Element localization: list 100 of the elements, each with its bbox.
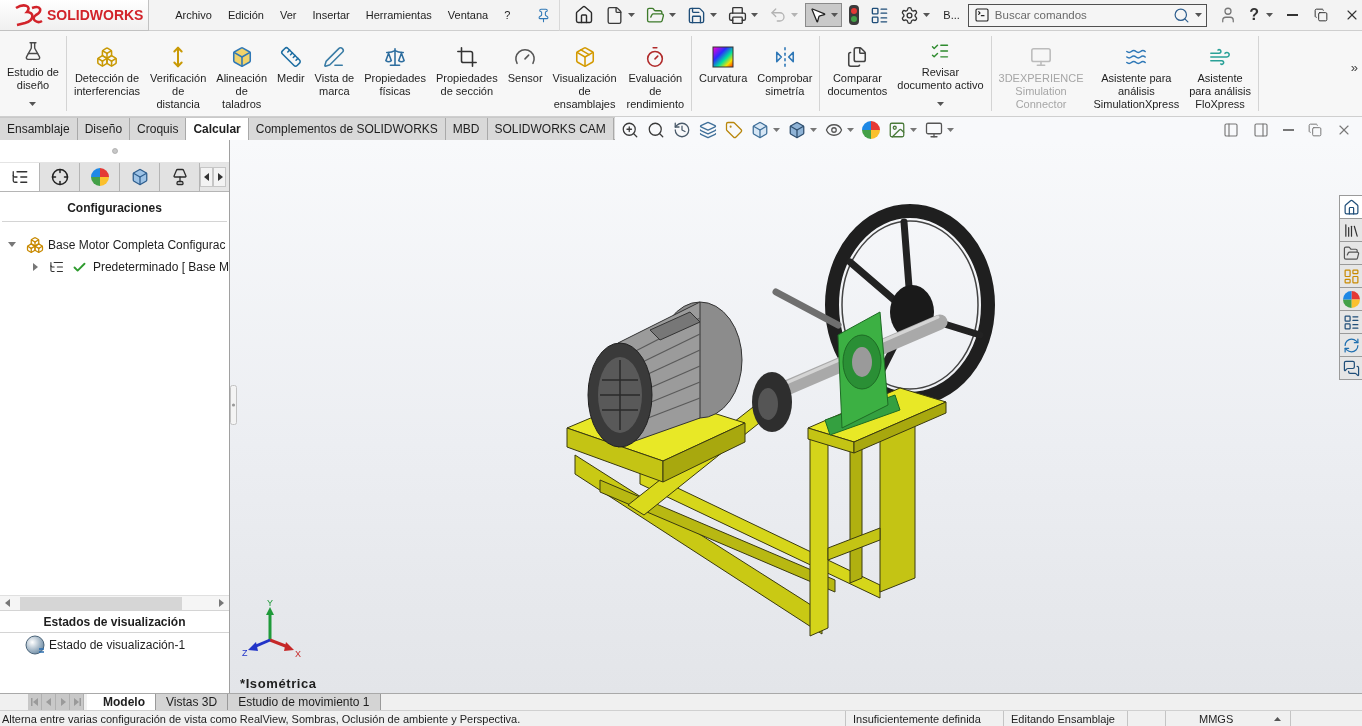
ribbon-button[interactable]: Propiedades de sección [430,36,503,111]
command-tab[interactable]: Croquis [130,118,187,140]
restore-icon [1308,122,1322,137]
pin-icon [536,7,552,23]
menu-item[interactable]: Herramientas [365,9,432,21]
cube-icon [230,46,253,68]
task-pane-tab[interactable] [1339,241,1362,265]
menu-item[interactable]: Insertar [312,9,350,21]
ribbon-button[interactable]: Vista de marca [309,36,360,111]
color-ball-icon [90,168,109,186]
menu-item[interactable]: Ver [279,9,297,21]
grip-dot-icon[interactable] [111,148,118,154]
ribbon-button[interactable]: Evaluación de rendimiento [621,36,690,111]
edit-appearance-button[interactable] [860,118,882,141]
caret-down-icon [1195,13,1203,17]
image-icon [888,120,906,139]
ribbon-button[interactable]: Sensor [502,36,548,111]
panel-tab[interactable] [40,163,80,191]
document-icon [605,5,625,25]
list-tree-icon [10,168,29,186]
task-pane-tab[interactable] [1339,218,1362,242]
caret-down-icon [831,13,839,17]
checklist-icon [930,41,951,61]
panel-right-icon [1253,121,1269,138]
horizontal-scrollbar[interactable] [0,595,229,610]
triangle-right-icon [31,263,40,271]
list-icon [870,5,890,25]
command-tab[interactable]: Ensamblaje [0,118,78,140]
search-field[interactable]: Buscar comandos [967,3,1208,27]
panel-tab[interactable] [160,163,200,191]
boxes-icon [96,46,118,68]
caret-down-icon [936,102,944,106]
scale-icon [384,46,407,68]
scroll-right-button[interactable] [213,167,226,187]
ribbon-button[interactable]: Comprobar simetría [752,36,818,111]
menu-item[interactable]: Archivo [175,9,212,21]
task-pane-tab[interactable] [1339,356,1362,380]
ribbon-button[interactable]: Asistente para análisis SimulationXpress [1088,36,1185,111]
menu-item[interactable]: Edición [227,9,264,21]
triangle-left-icon [202,173,211,181]
task-pane-tab[interactable] [1339,310,1362,334]
overflow-label[interactable]: B... [943,9,960,21]
menu-item[interactable]: ? [504,9,511,21]
logo-wordmark: SOLIDWORKS [47,6,144,23]
command-tab[interactable]: Complementos de SOLIDWORKS [248,118,446,140]
flask-icon [23,41,43,61]
splitter-grip-icon[interactable] [230,385,237,425]
terminal-icon [973,7,990,23]
tree-item[interactable]: Base Motor Completa Configurac [48,238,226,252]
command-tab[interactable]: SOLIDWORKS CAM [487,118,614,140]
caret-down-icon [29,102,37,106]
color-ball-icon [862,120,880,139]
minimize-button[interactable] [1285,14,1300,16]
ribbon-button[interactable]: Estudio de diseño [2,36,64,111]
command-tab[interactable]: Calcular [186,118,249,140]
sheet-tab[interactable]: Modelo [87,694,156,710]
command-tab[interactable]: Diseño [77,118,131,140]
task-pane-tab[interactable] [1339,195,1362,219]
ribbon-button[interactable]: Alineación de taladros [211,36,273,111]
pen-icon [323,46,346,68]
ribbon-button[interactable]: Visualización de ensamblajes [547,36,622,111]
scroll-arrow-left-icon [4,599,12,607]
caret-down-icon [947,127,954,132]
search-input[interactable]: Buscar comandos [994,9,1169,21]
ribbon-button[interactable]: Curvatura [694,36,753,111]
house-icon [574,5,595,25]
ribbon-button[interactable]: Revisar documento activo [892,36,989,111]
ribbon-button[interactable]: Comparar documentos [822,36,893,111]
sheet-tab[interactable]: Vistas 3D [156,694,229,710]
menu-item[interactable]: Ventana [447,9,489,21]
caret-down-icon [791,13,799,17]
scroll-left-button[interactable] [200,167,213,187]
sheet-tab[interactable]: Estudio de movimiento 1 [228,694,381,710]
ribbon-button[interactable]: Asistente para análisis FloXpress [1184,36,1256,111]
panel-tab[interactable] [0,163,40,191]
select-button[interactable] [805,3,843,27]
axis-label: Z [242,648,248,658]
command-tab[interactable]: MBD [445,118,488,140]
ribbon-button[interactable]: Verificación de distancia [145,36,212,111]
traffic-light-icon [849,5,860,25]
triangle-left-icon [44,698,53,706]
ribbon-button[interactable]: Propiedades físicas [359,36,431,111]
units-selector[interactable]: MMGS [1165,711,1290,726]
monitor-icon [925,120,943,139]
status-field: Editando Ensamblaje [1003,711,1127,726]
display-state-item[interactable]: Estado de visualización-1 [49,638,186,652]
triangle-right-icon [215,173,224,181]
axis-label: Y [267,598,273,608]
color-ball-icon [1343,290,1360,308]
triangle-down-icon [8,241,16,249]
caret-down-icon [773,127,780,132]
undo-arrow-icon [769,6,788,24]
help-button[interactable]: ? [1249,6,1273,24]
caret-down-icon [923,13,931,17]
more-button[interactable]: » [1346,60,1362,87]
restore-button[interactable] [1312,8,1330,22]
tree-item[interactable]: Predeterminado [ Base M [92,260,229,274]
ribbon-button[interactable]: Detección de interferencias [69,36,146,111]
package-icon [573,46,596,68]
ribbon-button[interactable]: Medir [272,36,310,111]
